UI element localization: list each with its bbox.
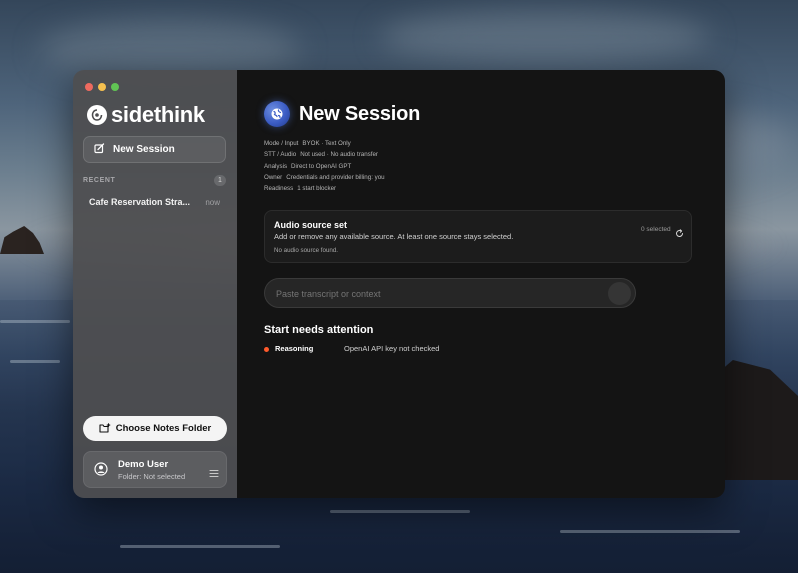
wallpaper-foam xyxy=(560,530,740,533)
meta-row-analysis: Analysis Direct to OpenAI GPT xyxy=(264,163,385,174)
meta-row-owner: Owner Credentials and provider billing: y… xyxy=(264,174,385,185)
window-close-button[interactable] xyxy=(85,83,93,91)
user-folder-status: Folder: Not selected xyxy=(118,472,186,481)
session-time: now xyxy=(205,197,220,207)
audio-source-title: Audio source set xyxy=(274,220,348,230)
attention-item: Reasoning OpenAI API key not checked xyxy=(264,344,564,356)
window-minimize-button[interactable] xyxy=(98,83,106,91)
wallpaper-foam xyxy=(330,510,470,513)
wallpaper-foam xyxy=(120,545,280,548)
meta-key: Owner xyxy=(264,173,283,181)
meta-value: Credentials and provider billing: you xyxy=(286,173,385,181)
meta-key: Analysis xyxy=(264,162,288,170)
audio-selected-count: 0 selected xyxy=(641,226,671,233)
meta-value: 1 start blocker xyxy=(297,185,337,193)
meta-row-readiness: Readiness 1 start blocker xyxy=(264,185,385,196)
meta-value: Not used · No audio transfer xyxy=(300,151,378,159)
wallpaper-foam xyxy=(0,320,70,323)
audio-source-description: Add or remove any available source. At l… xyxy=(274,232,514,241)
app-window: sidethink New Session RECENT 1 Cafe Rese… xyxy=(73,70,725,498)
app-logo: sidethink xyxy=(87,102,205,128)
choose-notes-folder-button[interactable]: Choose Notes Folder xyxy=(83,416,227,441)
page-title: New Session xyxy=(299,103,421,125)
meta-key: STT / Audio xyxy=(264,151,297,159)
folder-add-icon xyxy=(99,420,111,438)
main-panel: New Session Mode / Input BYOK · Text Only… xyxy=(237,70,725,498)
meta-row-stt: STT / Audio Not used · No audio transfer xyxy=(264,151,385,162)
meta-value: BYOK · Text Only xyxy=(302,140,351,147)
window-zoom-button[interactable] xyxy=(111,83,119,91)
audio-source-card: Audio source set Add or remove any avail… xyxy=(264,210,692,263)
audio-source-empty-message: No audio source found. xyxy=(274,247,338,254)
app-name: sidethink xyxy=(111,102,205,127)
attention-item-value: OpenAI API key not checked xyxy=(344,344,440,353)
session-title: Cafe Reservation Stra... xyxy=(89,197,191,207)
compose-icon xyxy=(94,141,105,159)
new-session-button[interactable]: New Session xyxy=(83,136,226,163)
meta-key: Readiness xyxy=(264,185,294,193)
meta-key: Mode / Input xyxy=(264,140,299,147)
user-circle-icon xyxy=(94,462,108,476)
transcript-input[interactable] xyxy=(274,285,598,303)
sidethink-logo-icon xyxy=(87,105,107,125)
session-meta-list: Mode / Input BYOK · Text Only STT / Audio… xyxy=(264,140,385,196)
user-account-card[interactable]: Demo User Folder: Not selected xyxy=(83,451,227,488)
user-name: Demo User xyxy=(118,459,169,470)
meta-row-mode: Mode / Input BYOK · Text Only xyxy=(264,140,385,151)
meta-value: Direct to OpenAI GPT xyxy=(291,162,352,170)
attention-title: Start needs attention xyxy=(264,324,374,336)
sidebar: sidethink New Session RECENT 1 Cafe Rese… xyxy=(73,70,237,498)
session-list-item[interactable]: Cafe Reservation Stra... now xyxy=(83,192,226,212)
transcript-input-bar xyxy=(264,278,636,308)
attention-item-key: Reasoning xyxy=(275,344,314,353)
send-button[interactable] xyxy=(608,282,631,305)
refresh-icon[interactable] xyxy=(675,225,684,237)
choose-notes-folder-label: Choose Notes Folder xyxy=(115,423,212,434)
globe-icon xyxy=(264,101,290,127)
wallpaper-foam xyxy=(10,360,60,363)
new-session-label: New Session xyxy=(113,144,175,155)
recent-section-label: RECENT xyxy=(83,177,116,184)
menu-icon[interactable] xyxy=(209,465,219,478)
wallpaper-cloud xyxy=(380,10,710,65)
warning-status-dot xyxy=(264,347,269,352)
recent-count-badge: 1 xyxy=(214,175,226,186)
